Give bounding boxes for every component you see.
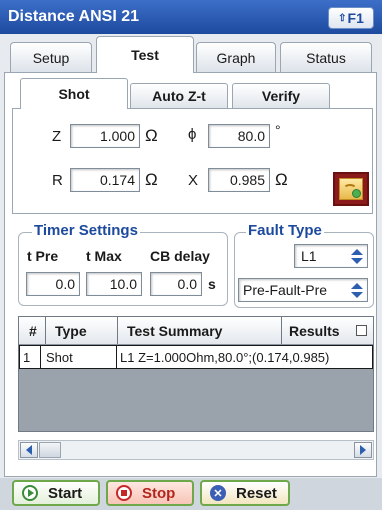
- cb-delay-unit: s: [208, 276, 216, 292]
- spin-up-icon: [351, 282, 363, 289]
- t-pre-label: t Pre: [27, 248, 59, 264]
- stop-icon: [116, 485, 132, 501]
- title-bar: Distance ANSI 21 ⇧ F1: [0, 0, 382, 34]
- picker-dot: [352, 189, 361, 198]
- shot-panel: [12, 108, 373, 214]
- reset-label: Reset: [236, 484, 277, 502]
- z-field[interactable]: 1.000: [70, 124, 140, 148]
- help-button[interactable]: ⇧ F1: [328, 7, 374, 29]
- t-pre-field[interactable]: 0.0: [26, 272, 80, 296]
- col-type-header: Type: [55, 323, 87, 339]
- subtab-auto-z-t[interactable]: Auto Z-t: [130, 83, 228, 108]
- start-icon: [22, 485, 38, 501]
- row-divider: [116, 346, 117, 368]
- col-summary-header: Test Summary: [127, 323, 223, 339]
- fault-type-value: L1: [301, 248, 317, 264]
- table-row[interactable]: 1 Shot L1 Z=1.000Ohm,80.0°;(0.174,0.985): [19, 345, 373, 369]
- x-label: X: [188, 172, 199, 189]
- stop-label: Stop: [142, 484, 176, 502]
- cb-delay-label: CB delay: [150, 248, 210, 264]
- row-number: 1: [23, 350, 31, 365]
- cb-delay-field[interactable]: 0.0: [150, 272, 202, 296]
- phi-field[interactable]: 80.0: [208, 124, 270, 148]
- z-label: Z: [52, 128, 62, 145]
- impedance-picker-icon: [339, 178, 363, 200]
- spin-up-icon: [351, 248, 363, 255]
- x-unit: Ω: [275, 170, 288, 189]
- r-field[interactable]: 0.174: [70, 168, 140, 192]
- scroll-left-icon: [26, 445, 32, 455]
- start-button[interactable]: Start: [12, 480, 100, 506]
- z-unit: Ω: [145, 126, 158, 145]
- table-scrollbar[interactable]: [18, 440, 374, 460]
- reset-button[interactable]: ✕ Reset: [200, 480, 290, 506]
- stop-button[interactable]: Stop: [106, 480, 194, 506]
- reset-icon: ✕: [210, 485, 226, 501]
- tab-setup[interactable]: Setup: [10, 42, 92, 72]
- col-divider: [45, 317, 46, 344]
- help-icon: ⇧: [338, 12, 347, 24]
- spin-down-icon: [351, 257, 363, 264]
- col-results-header: Results: [289, 323, 340, 339]
- window-title: Distance ANSI 21: [8, 8, 140, 25]
- row-divider: [40, 346, 41, 368]
- subtab-verify[interactable]: Verify: [232, 83, 330, 108]
- phi-label: ϕ: [188, 126, 197, 143]
- tab-test[interactable]: Test: [96, 36, 194, 73]
- subtab-shot[interactable]: Shot: [20, 78, 128, 109]
- x-field[interactable]: 0.985: [208, 168, 270, 192]
- col-divider: [117, 317, 118, 344]
- t-max-field[interactable]: 10.0: [86, 272, 142, 296]
- r-label: R: [52, 172, 63, 189]
- scroll-right-button[interactable]: [354, 442, 372, 458]
- start-label: Start: [48, 484, 83, 502]
- phi-unit: °: [275, 122, 281, 138]
- test-table: # Type Test Summary Results 1 Shot L1 Z=…: [18, 316, 374, 432]
- tab-graph[interactable]: Graph: [196, 42, 276, 72]
- help-button-label: F1: [347, 10, 364, 26]
- table-header: # Type Test Summary Results: [19, 317, 373, 345]
- col-number-header: #: [29, 323, 37, 339]
- spin-down-icon: [351, 291, 363, 298]
- impedance-picker-button[interactable]: [333, 172, 369, 206]
- fault-type-spinner[interactable]: [349, 245, 365, 267]
- tab-status[interactable]: Status: [280, 42, 372, 72]
- t-max-label: t Max: [86, 248, 122, 264]
- scroll-thumb[interactable]: [39, 442, 61, 458]
- fault-mode-value: Pre-Fault-Pre: [243, 282, 328, 298]
- scroll-right-icon: [360, 445, 366, 455]
- fault-type-title: Fault Type: [246, 222, 324, 239]
- r-unit: Ω: [145, 170, 158, 189]
- fault-mode-spinner[interactable]: [349, 279, 365, 301]
- results-checkbox[interactable]: [356, 325, 367, 336]
- row-summary: L1 Z=1.000Ohm,80.0°;(0.174,0.985): [120, 350, 330, 365]
- row-type: Shot: [46, 350, 73, 365]
- timer-settings-title: Timer Settings: [32, 222, 140, 239]
- col-divider: [281, 317, 282, 344]
- scroll-left-button[interactable]: [20, 442, 38, 458]
